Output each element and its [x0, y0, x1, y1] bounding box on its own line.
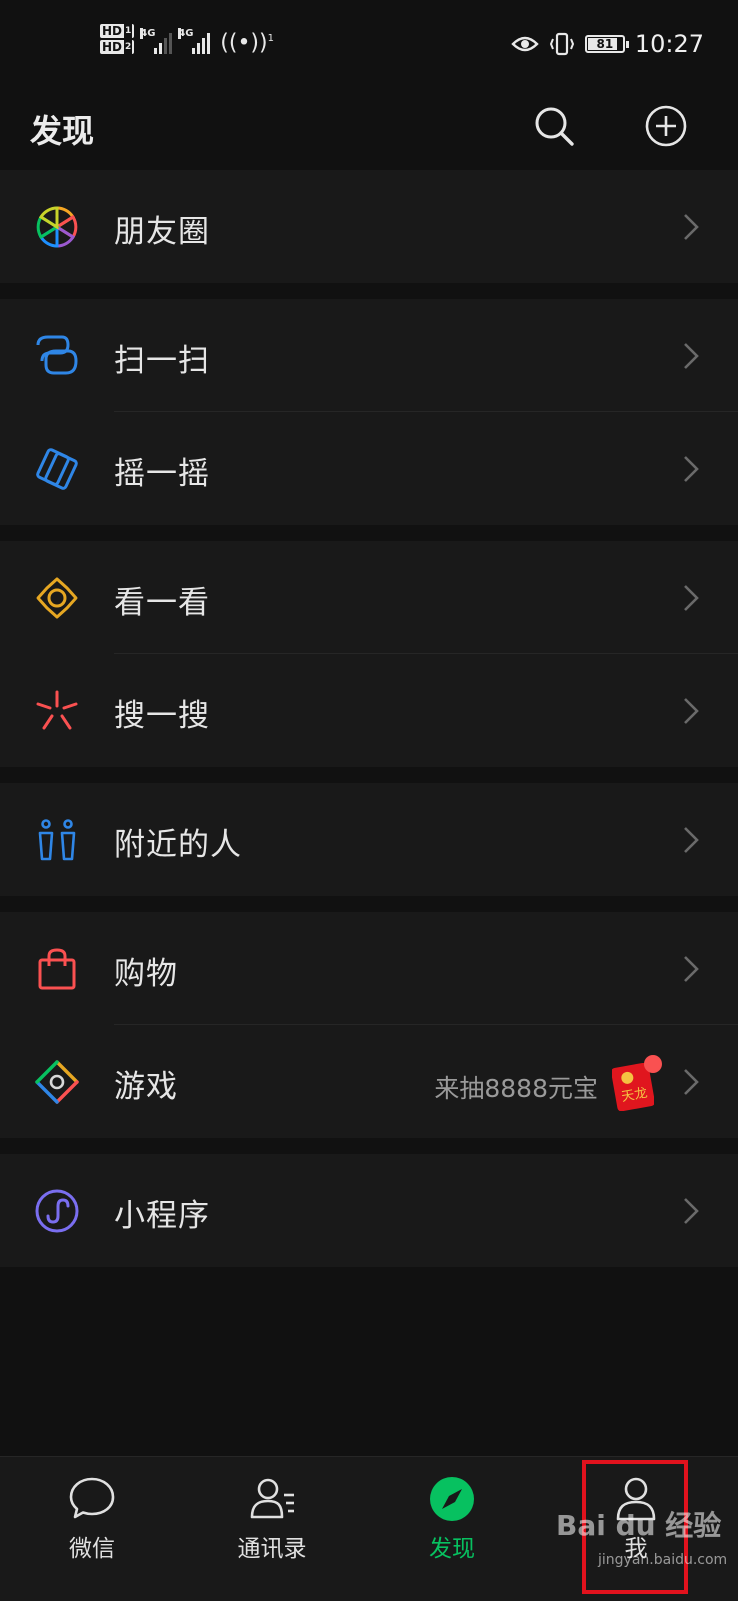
page-title: 发现	[30, 112, 95, 150]
menu-group-mini-programs: 小程序	[0, 1154, 738, 1267]
tab-chats[interactable]: 微信	[0, 1457, 184, 1601]
signal-sim2-icon: 4G	[178, 24, 211, 54]
contacts-icon	[250, 1478, 294, 1519]
mini-program-icon	[35, 1189, 79, 1233]
menu-item-mini-programs[interactable]: 小程序	[0, 1154, 738, 1267]
games-promo-text: 来抽8888元宝	[434, 1074, 598, 1103]
menu-item-scan[interactable]: 扫一扫	[0, 299, 738, 412]
baidu-watermark-url: jingyan.baidu.com	[598, 1552, 728, 1568]
hotspot-icon: ((•))1	[220, 30, 274, 56]
notification-dot	[644, 1055, 662, 1073]
status-time: 10:27	[634, 30, 704, 58]
chevron-right-icon	[684, 1198, 699, 1224]
moments-aperture-icon	[36, 206, 78, 248]
games-icon	[35, 1060, 79, 1104]
tab-label-discover: 发现	[429, 1536, 475, 1562]
search-icon[interactable]	[532, 104, 576, 148]
menu-item-top-stories[interactable]: 看一看	[0, 541, 738, 654]
menu-label-people-nearby: 附近的人	[114, 827, 242, 863]
menu-group-moments: 朋友圈	[0, 170, 738, 283]
menu-item-shopping[interactable]: 购物	[0, 912, 738, 1025]
network-indicators: HD 1 HD 2 4G 4G ((•))1	[100, 24, 274, 68]
menu-item-moments[interactable]: 朋友圈	[0, 170, 738, 283]
chevron-right-icon	[684, 343, 699, 369]
chevron-right-icon	[684, 456, 699, 482]
search-spark-icon	[36, 690, 78, 730]
hd-sim2-badge: HD 2	[100, 40, 135, 54]
chevron-right-icon	[684, 1069, 699, 1095]
games-promo: 来抽8888元宝 天龙	[434, 1055, 662, 1112]
plus-circle-icon[interactable]	[644, 104, 688, 148]
eye-comfort-icon	[511, 36, 539, 52]
tab-discover[interactable]: 发现	[360, 1457, 544, 1601]
status-bar: HD 1 HD 2 4G 4G ((•))1 81 10:27	[0, 0, 738, 92]
header: 发现	[0, 92, 738, 170]
menu-item-people-nearby[interactable]: 附近的人	[0, 783, 738, 896]
tab-label-chats: 微信	[69, 1536, 115, 1562]
top-stories-icon	[36, 577, 78, 619]
menu-label-shake: 摇一摇	[114, 456, 210, 492]
menu-label-search: 搜一搜	[114, 698, 210, 734]
red-envelope-icon: 天龙	[611, 1055, 662, 1112]
compass-icon	[430, 1477, 474, 1521]
chevron-right-icon	[684, 956, 699, 982]
scan-icon	[36, 335, 78, 375]
chat-bubble-icon	[69, 1477, 115, 1519]
people-nearby-icon	[38, 819, 76, 861]
menu-label-scan: 扫一扫	[114, 343, 210, 379]
menu-group-shopping-games: 购物 游戏 来抽8888元宝 天龙	[0, 912, 738, 1138]
vibrate-icon	[549, 32, 574, 56]
baidu-watermark: Bai du 经验	[556, 1509, 722, 1542]
menu-label-top-stories: 看一看	[114, 585, 210, 621]
battery-icon: 81	[584, 35, 629, 53]
menu-group-nearby: 附近的人	[0, 783, 738, 896]
menu-label-mini-programs: 小程序	[114, 1198, 210, 1234]
menu-label-moments: 朋友圈	[114, 214, 210, 250]
chevron-right-icon	[684, 698, 699, 724]
menu-group-scan-shake: 扫一扫 摇一摇	[0, 299, 738, 525]
tab-label-contacts: 通讯录	[237, 1536, 307, 1562]
menu-label-games: 游戏	[114, 1069, 178, 1105]
menu-item-games[interactable]: 游戏 来抽8888元宝 天龙	[0, 1025, 738, 1138]
menu-label-shopping: 购物	[114, 956, 178, 992]
signal-sim1-icon: 4G	[140, 24, 173, 54]
menu-group-stories-search: 看一看 搜一搜	[0, 541, 738, 767]
menu-item-search[interactable]: 搜一搜	[0, 654, 738, 767]
chevron-right-icon	[684, 585, 699, 611]
hd-sim1-badge: HD 1	[100, 24, 135, 38]
tab-contacts[interactable]: 通讯录	[180, 1457, 364, 1601]
chevron-right-icon	[684, 827, 699, 853]
menu-item-shake[interactable]: 摇一摇	[0, 412, 738, 525]
shopping-bag-icon	[38, 948, 76, 990]
shake-icon	[36, 448, 78, 490]
chevron-right-icon	[684, 214, 699, 240]
